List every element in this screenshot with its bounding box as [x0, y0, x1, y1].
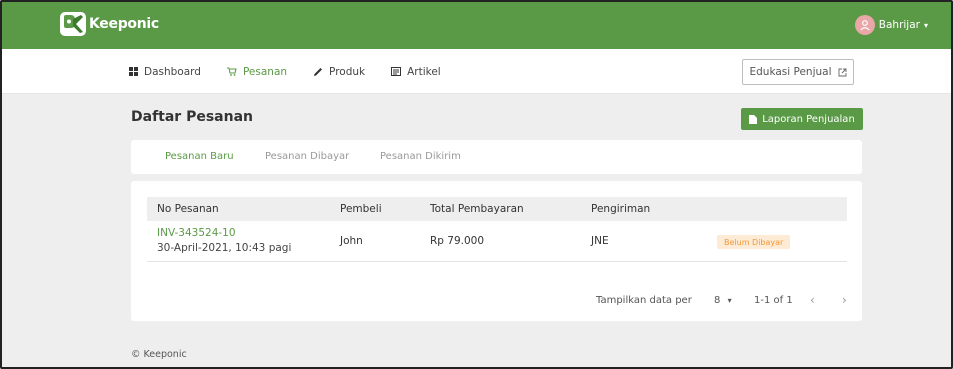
chevron-down-icon: ▾: [923, 20, 928, 30]
rows-per-page-label: Tampilkan data per: [596, 295, 692, 306]
column-header: No Pesanan: [157, 203, 219, 215]
nav-bar: Dashboard Pesanan Produk Artikel Edukasi…: [2, 49, 951, 94]
laporan-label: Laporan Penjualan: [762, 113, 855, 125]
prev-page-icon[interactable]: ‹: [810, 293, 815, 307]
edukasi-penjual-button[interactable]: Edukasi Penjual: [742, 59, 854, 85]
top-bar: Keeponic Bahrijar ▾: [2, 2, 951, 49]
orders-table-card: No Pesanan Pembeli Total Pembayaran Peng…: [131, 181, 862, 321]
column-header: Pembeli: [340, 203, 382, 215]
footer-copyright: © Keeponic: [131, 349, 187, 360]
rows-per-page-select[interactable]: 8 ▾: [714, 295, 732, 306]
external-link-icon: [838, 68, 847, 77]
nav-item-label: Dashboard: [144, 65, 201, 78]
page-range: 1-1 of 1: [754, 295, 793, 306]
column-header: Total Pembayaran: [430, 203, 524, 215]
shipping-courier: JNE: [591, 235, 609, 247]
column-header: Pengiriman: [591, 203, 651, 215]
cart-icon: [226, 67, 237, 76]
table-header: No Pesanan Pembeli Total Pembayaran Peng…: [147, 197, 847, 221]
nav-item-dashboard[interactable]: Dashboard: [129, 66, 201, 78]
nav-item-label: Artikel: [407, 65, 441, 78]
app-window: Keeponic Bahrijar ▾ Dashboard Pesanan Pr…: [0, 0, 953, 369]
buyer-name: John: [340, 235, 363, 247]
user-name: Bahrijar: [878, 19, 920, 31]
total-payment: Rp 79.000: [430, 235, 485, 247]
grid-icon: [129, 67, 138, 76]
keeponic-logo-icon: [60, 12, 86, 36]
laporan-penjualan-button[interactable]: Laporan Penjualan: [741, 108, 863, 130]
logo[interactable]: Keeponic: [60, 12, 159, 36]
tab-pesanan-dikirim[interactable]: Pesanan Dikirim: [380, 151, 461, 162]
user-avatar-icon: [854, 15, 875, 35]
order-datetime: 30-April-2021, 10:43 pagi: [157, 242, 292, 254]
nav-item-label: Produk: [329, 65, 366, 78]
nav-items: Dashboard Pesanan Produk Artikel: [129, 49, 467, 94]
rows-per-page-value: 8: [714, 295, 721, 306]
tabs-card: Pesanan Baru Pesanan Dibayar Pesanan Dik…: [131, 140, 862, 174]
nav-item-label: Pesanan: [242, 65, 288, 78]
tab-pesanan-baru[interactable]: Pesanan Baru: [165, 151, 234, 162]
next-page-icon[interactable]: ›: [842, 293, 847, 307]
pencil-icon: [313, 67, 323, 77]
tab-pesanan-dibayar[interactable]: Pesanan Dibayar: [265, 151, 349, 162]
active-tab-indicator: [152, 32, 238, 34]
article-icon: [391, 67, 402, 76]
user-menu[interactable]: Bahrijar ▾: [854, 15, 928, 35]
page-title: Daftar Pesanan: [131, 109, 253, 125]
edukasi-label: Edukasi Penjual: [749, 66, 832, 78]
logo-text: Keeponic: [89, 16, 159, 32]
table-row[interactable]: INV-343524-10 30-April-2021, 10:43 pagi …: [147, 221, 847, 262]
nav-item-produk[interactable]: Produk: [313, 66, 365, 78]
nav-item-artikel[interactable]: Artikel: [391, 66, 441, 78]
invoice-link[interactable]: INV-343524-10: [157, 227, 236, 239]
document-icon: [749, 114, 758, 124]
nav-item-pesanan[interactable]: Pesanan: [226, 65, 288, 78]
chevron-down-icon: ▾: [727, 296, 732, 305]
status-badge: Belum Dibayar: [717, 235, 791, 249]
